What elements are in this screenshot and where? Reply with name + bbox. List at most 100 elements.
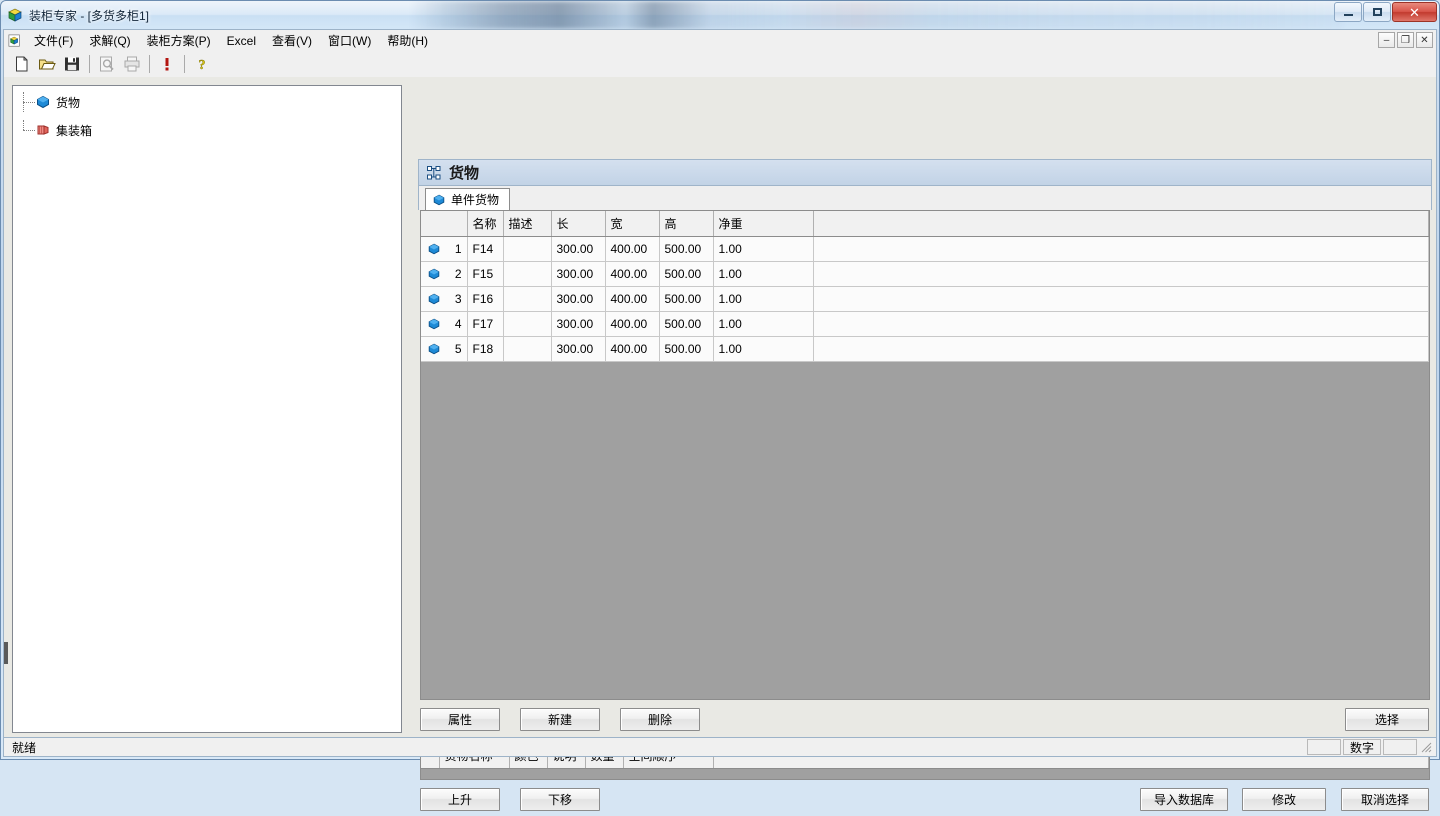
new-file-button[interactable] xyxy=(10,53,34,75)
form-header: 货物 xyxy=(418,159,1432,186)
object-tree-panel[interactable]: 货物 集装箱 xyxy=(12,85,402,733)
properties-button[interactable]: 属性 xyxy=(420,708,500,731)
col-header-rownum[interactable] xyxy=(421,211,468,237)
close-icon: ✕ xyxy=(1409,4,1420,20)
open-folder-icon xyxy=(39,59,56,70)
pane-splitter-handle[interactable] xyxy=(4,642,8,664)
cell-desc[interactable] xyxy=(503,311,552,337)
cell-height[interactable]: 500.00 xyxy=(659,311,714,337)
cell-width[interactable]: 400.00 xyxy=(605,286,660,312)
cell-name[interactable]: F15 xyxy=(467,261,504,287)
cell-length[interactable]: 300.00 xyxy=(551,311,606,337)
table-row[interactable]: 1 F14 300.00 400.00 500.00 1.00 xyxy=(421,236,1429,262)
toolbar: ? xyxy=(3,51,1437,77)
row-header[interactable]: 2 xyxy=(421,261,468,287)
aero-glass-bleedthrough xyxy=(411,1,1343,29)
tree-item-cargo[interactable]: 货物 xyxy=(13,92,401,112)
cell-name[interactable]: F14 xyxy=(467,236,504,262)
cell-filler xyxy=(813,336,1429,362)
print-preview-icon xyxy=(100,56,114,72)
menu-item-excel[interactable]: Excel xyxy=(219,31,264,51)
menu-item-view[interactable]: 查看(V) xyxy=(264,29,320,52)
cell-width[interactable]: 400.00 xyxy=(605,336,660,362)
row-header[interactable]: 5 xyxy=(421,336,468,362)
new-button[interactable]: 新建 xyxy=(520,708,600,731)
cell-weight[interactable]: 1.00 xyxy=(713,311,814,337)
close-button[interactable]: ✕ xyxy=(1392,2,1437,22)
tab-single-cargo[interactable]: 单件货物 xyxy=(425,188,511,210)
print-button[interactable] xyxy=(120,53,144,75)
col-header-name[interactable]: 名称 xyxy=(467,211,504,237)
cell-desc[interactable] xyxy=(503,261,552,287)
col-header-height[interactable]: 高 xyxy=(659,211,714,237)
modify-button[interactable]: 修改 xyxy=(1242,788,1326,811)
menu-item-file[interactable]: 文件(F) xyxy=(26,29,81,52)
tree-line-vertical xyxy=(23,120,24,130)
col-header-length[interactable]: 长 xyxy=(551,211,606,237)
cancel-select-button[interactable]: 取消选择 xyxy=(1341,788,1429,811)
mdi-minimize-button[interactable]: – xyxy=(1378,32,1395,48)
cell-desc[interactable] xyxy=(503,336,552,362)
table-row[interactable]: 4 F17 300.00 400.00 500.00 1.00 xyxy=(421,311,1429,337)
cell-width[interactable]: 400.00 xyxy=(605,311,660,337)
blue-hexagon-icon xyxy=(428,293,440,305)
table-row[interactable]: 3 F16 300.00 400.00 500.00 1.00 xyxy=(421,286,1429,312)
cell-weight[interactable]: 1.00 xyxy=(713,261,814,287)
cell-width[interactable]: 400.00 xyxy=(605,261,660,287)
save-file-button[interactable] xyxy=(60,53,84,75)
select-button[interactable]: 选择 xyxy=(1345,708,1429,731)
cell-weight[interactable]: 1.00 xyxy=(713,286,814,312)
move-up-button[interactable]: 上升 xyxy=(420,788,500,811)
blue-hexagon-icon xyxy=(37,95,49,109)
cell-height[interactable]: 500.00 xyxy=(659,261,714,287)
minimize-icon xyxy=(1343,14,1353,16)
tree-item-container-label: 集装箱 xyxy=(56,123,93,138)
col-header-desc[interactable]: 描述 xyxy=(503,211,552,237)
cell-length[interactable]: 300.00 xyxy=(551,336,606,362)
cargo-data-grid[interactable]: 名称 描述 长 宽 高 净重 1 F14 300.00 400.00 500.0… xyxy=(420,210,1430,700)
col-header-width[interactable]: 宽 xyxy=(605,211,660,237)
run-button[interactable] xyxy=(155,53,179,75)
maximize-icon xyxy=(1372,8,1382,16)
cell-length[interactable]: 300.00 xyxy=(551,261,606,287)
cell-length[interactable]: 300.00 xyxy=(551,236,606,262)
tree-item-container[interactable]: 集装箱 xyxy=(13,120,401,140)
maximize-button[interactable] xyxy=(1363,2,1391,22)
cell-length[interactable]: 300.00 xyxy=(551,286,606,312)
cell-height[interactable]: 500.00 xyxy=(659,286,714,312)
table-row[interactable]: 5 F18 300.00 400.00 500.00 1.00 xyxy=(421,336,1429,362)
cell-weight[interactable]: 1.00 xyxy=(713,336,814,362)
status-panel-blank-2 xyxy=(1383,739,1417,755)
mdi-close-button[interactable]: ✕ xyxy=(1416,32,1433,48)
row-header[interactable]: 3 xyxy=(421,286,468,312)
menu-item-plan[interactable]: 装柜方案(P) xyxy=(139,29,219,52)
cell-width[interactable]: 400.00 xyxy=(605,236,660,262)
import-db-button[interactable]: 导入数据库 xyxy=(1140,788,1228,811)
minimize-button[interactable] xyxy=(1334,2,1362,22)
help-button[interactable]: ? xyxy=(190,53,214,75)
cell-desc[interactable] xyxy=(503,236,552,262)
row-number: 5 xyxy=(454,342,462,356)
move-down-button[interactable]: 下移 xyxy=(520,788,600,811)
resize-grip-icon[interactable] xyxy=(1419,740,1433,754)
col-header-weight[interactable]: 净重 xyxy=(713,211,814,237)
menu-item-window[interactable]: 窗口(W) xyxy=(320,29,379,52)
cell-name[interactable]: F16 xyxy=(467,286,504,312)
cell-name[interactable]: F17 xyxy=(467,311,504,337)
print-preview-button[interactable] xyxy=(95,53,119,75)
mdi-client-area: 货物 集装箱 货物 单件货物 名称 描述 长 宽 高 净重 1 F14 300.… xyxy=(3,77,1437,811)
delete-button[interactable]: 删除 xyxy=(620,708,700,731)
menu-item-help[interactable]: 帮助(H) xyxy=(379,29,436,52)
open-file-button[interactable] xyxy=(35,53,59,75)
cell-name[interactable]: F18 xyxy=(467,336,504,362)
cell-height[interactable]: 500.00 xyxy=(659,336,714,362)
cell-desc[interactable] xyxy=(503,286,552,312)
mdi-restore-button[interactable]: ❐ xyxy=(1397,32,1414,48)
cell-height[interactable]: 500.00 xyxy=(659,236,714,262)
menu-item-solve[interactable]: 求解(Q) xyxy=(81,29,138,52)
cell-weight[interactable]: 1.00 xyxy=(713,236,814,262)
table-row[interactable]: 2 F15 300.00 400.00 500.00 1.00 xyxy=(421,261,1429,287)
cargo-table-body: 1 F14 300.00 400.00 500.00 1.00 2 F15 30… xyxy=(421,236,1429,362)
row-header[interactable]: 4 xyxy=(421,311,468,337)
row-header[interactable]: 1 xyxy=(421,236,468,262)
